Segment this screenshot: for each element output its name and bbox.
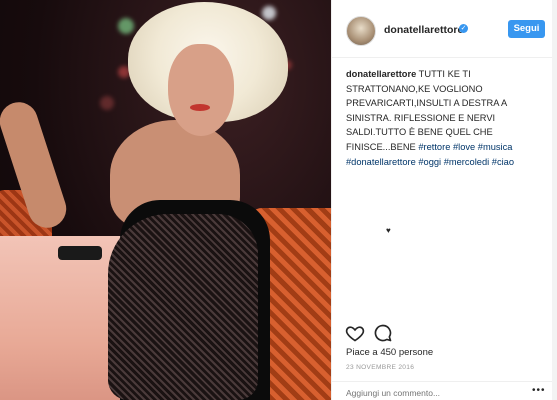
hashtag-link[interactable]: #ciao xyxy=(492,157,514,167)
comment-icon[interactable] xyxy=(373,323,393,343)
verified-badge-icon: ✓ xyxy=(459,24,468,33)
caption-line: SINISTRA. RIFLESSIONE E NERVI xyxy=(346,112,496,123)
hashtag-link[interactable]: #oggi xyxy=(418,157,441,167)
ashtray xyxy=(58,246,102,260)
avatar[interactable] xyxy=(346,16,376,46)
username-link[interactable]: donatellarettore xyxy=(384,24,463,36)
heart-icon[interactable] xyxy=(345,323,365,343)
scrollbar[interactable] xyxy=(552,0,557,400)
hashtag-link[interactable]: #love xyxy=(453,142,475,152)
comment-input[interactable] xyxy=(346,388,496,398)
heart-icon: ♥ xyxy=(386,226,391,235)
caption-line: TUTTI KE TI xyxy=(416,69,471,79)
follow-button[interactable]: Segui xyxy=(508,20,545,38)
post-caption: donatellarettore TUTTI KE TI STRATTONANO… xyxy=(346,67,546,169)
hashtag-link[interactable]: #mercoledi xyxy=(444,157,489,167)
caption-line: PREVARICARTI,INSULTI A DESTRA A xyxy=(346,98,508,109)
caption-author-link[interactable]: donatellarettore xyxy=(346,69,416,79)
bokeh-light xyxy=(100,96,114,110)
more-options-icon[interactable]: ••• xyxy=(532,385,546,396)
caption-line: STRATTONANO,KE VOGLIONO xyxy=(346,83,483,94)
post-side-panel: donatellarettore ✓ Segui donatellarettor… xyxy=(331,0,557,400)
likes-count[interactable]: Piace a 450 persone xyxy=(346,347,433,358)
bokeh-light xyxy=(118,18,134,34)
post-photo[interactable] xyxy=(0,0,331,400)
hashtag-link[interactable]: #donatellarettore xyxy=(346,157,416,167)
comment-bar: ••• xyxy=(332,381,557,400)
hashtag-link[interactable]: #rettore xyxy=(418,142,450,152)
face xyxy=(168,44,234,136)
caption-line: SALDI.TUTTO È BENE QUEL CHE xyxy=(346,127,493,138)
hashtag-link[interactable]: #musica xyxy=(478,142,513,152)
fishnet-legs xyxy=(108,214,258,400)
bokeh-light xyxy=(262,6,276,20)
lips xyxy=(190,104,210,111)
post-date: 23 NOVEMBRE 2016 xyxy=(346,364,415,371)
post-header: donatellarettore ✓ Segui xyxy=(332,0,557,58)
caption-line: FINISCE...BENE xyxy=(346,141,419,152)
